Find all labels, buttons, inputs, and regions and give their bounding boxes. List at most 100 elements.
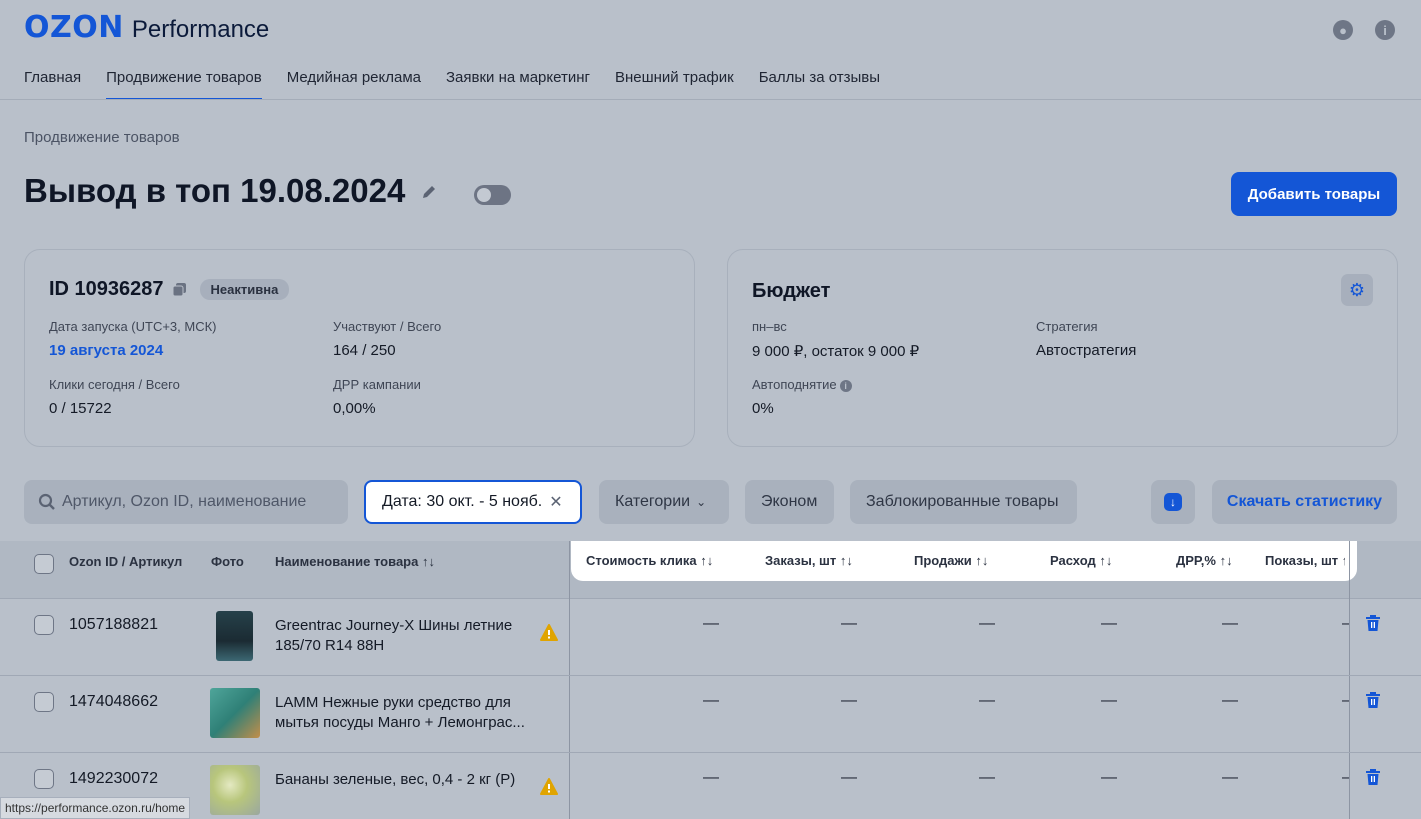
th-impressions[interactable]: Показы, шт ↑ <box>1265 553 1345 568</box>
cell-spend: — <box>1101 692 1117 709</box>
cell-impressions: — <box>1342 769 1349 787</box>
header-icons: ● i <box>1333 20 1395 40</box>
budget-title: Бюджет <box>752 280 831 302</box>
launch-date-value[interactable]: 19 августа 2024 <box>49 342 217 359</box>
budget-card: Бюджет ⚙ пн–вс 9 000 ₽, остаток 9 000 ₽ … <box>727 249 1398 447</box>
table-row[interactable]: 1492230072 Бананы зеленые, вес, 0,4 - 2 … <box>0 753 1421 819</box>
th-sales[interactable]: Продажи ↑↓ <box>914 553 988 568</box>
breadcrumb[interactable]: Продвижение товаров <box>24 129 180 146</box>
table-toolbar: Артикул, Ozon ID, наименование Дата: 30 … <box>0 480 1421 524</box>
product-name[interactable]: LAMM Нежные руки средство для мытья посу… <box>275 693 550 733</box>
categories-label: Категории <box>615 493 691 510</box>
nav-external-traffic[interactable]: Внешний трафик <box>615 60 734 100</box>
campaign-info-card: ID 10936287 Неактивна Дата запуска (UTC+… <box>24 249 695 447</box>
product-name[interactable]: Бананы зеленые, вес, 0,4 - 2 кг (Р) <box>275 770 535 790</box>
product-photo <box>210 765 260 815</box>
campaign-toggle[interactable] <box>474 185 511 205</box>
cell-orders: — <box>841 769 857 786</box>
th-orders[interactable]: Заказы, шт ↑↓ <box>765 553 853 568</box>
nav-divider <box>0 99 1421 100</box>
row-ozon-id: 1492230072 <box>69 770 158 787</box>
participants-value: 164 / 250 <box>333 342 396 359</box>
cell-spend: — <box>1101 615 1117 632</box>
select-all-checkbox[interactable] <box>34 554 54 574</box>
status-badge: Неактивна <box>199 279 290 300</box>
nav-product-promotion[interactable]: Продвижение товаров <box>106 60 262 100</box>
date-filter-chip[interactable]: Дата: 30 окт. - 5 нояб. ✕ <box>364 480 582 524</box>
cell-click-cost: — <box>703 692 719 709</box>
download-button[interactable]: ↓ <box>1151 480 1195 524</box>
cell-spend: — <box>1101 769 1117 786</box>
brand-logo[interactable]: OZON Performance <box>24 10 269 45</box>
copy-icon[interactable] <box>172 282 188 298</box>
categories-dropdown[interactable]: Категории ⌄ <box>599 480 729 524</box>
main-nav: Главная Продвижение товаров Медийная рек… <box>24 60 880 100</box>
brand-ozon: OZON <box>24 10 124 45</box>
nav-marketing-requests[interactable]: Заявки на маркетинг <box>446 60 590 100</box>
table-row[interactable]: 1057188821 Greentrac Journey-X Шины летн… <box>0 599 1421 676</box>
th-click-cost[interactable]: Стоимость клика ↑↓ <box>586 553 713 568</box>
drr-label: ДРР кампании <box>333 377 421 392</box>
th-spend[interactable]: Расход ↑↓ <box>1050 553 1112 568</box>
row-checkbox[interactable] <box>34 692 54 712</box>
info-icon[interactable]: i <box>1375 20 1395 40</box>
chevron-down-icon: ⌄ <box>696 495 707 509</box>
download-stats-button[interactable]: Скачать статистику <box>1212 480 1397 524</box>
th-drr[interactable]: ДРР,% ↑↓ <box>1176 553 1233 568</box>
budget-period-value: 9 000 ₽, остаток 9 000 ₽ <box>752 343 920 360</box>
pencil-icon[interactable] <box>420 183 440 203</box>
cell-click-cost: — <box>703 615 719 632</box>
row-checkbox[interactable] <box>34 615 54 635</box>
warning-icon[interactable] <box>540 624 558 641</box>
product-photo <box>210 688 260 738</box>
launch-date-label: Дата запуска (UTC+3, МСК) <box>49 319 217 334</box>
warning-icon[interactable] <box>540 778 558 795</box>
search-placeholder: Артикул, Ozon ID, наименование <box>62 493 307 510</box>
brand-product: Performance <box>131 16 270 43</box>
blocked-products-filter[interactable]: Заблокированные товары <box>850 480 1077 524</box>
search-icon <box>38 493 56 511</box>
th-photo: Фото <box>211 554 244 569</box>
product-name[interactable]: Greentrac Journey-X Шины летние 185/70 R… <box>275 616 535 656</box>
cell-click-cost: — <box>703 769 719 786</box>
econom-filter[interactable]: Эконом <box>745 480 834 524</box>
strategy-label: Стратегия <box>1036 319 1098 334</box>
page-title: Вывод в топ 19.08.2024 <box>24 172 406 209</box>
th-name[interactable]: Наименование товара ↑↓ <box>275 554 435 569</box>
cell-sales: — <box>979 692 995 709</box>
status-bar-url: https://performance.ozon.ru/home <box>0 797 191 819</box>
autolift-value: 0% <box>752 400 774 417</box>
cell-impressions: — <box>1342 692 1349 710</box>
date-filter-label: Дата: 30 окт. - 5 нояб. <box>382 493 543 510</box>
row-checkbox[interactable] <box>34 769 54 789</box>
trash-icon[interactable] <box>1366 769 1382 787</box>
strategy-value: Автостратегия <box>1036 342 1137 359</box>
trash-icon[interactable] <box>1366 615 1382 633</box>
download-icon: ↓ <box>1164 493 1182 511</box>
cell-orders: — <box>841 615 857 632</box>
table-row[interactable]: 1474048662 LAMM Нежные руки средство для… <box>0 676 1421 753</box>
product-photo <box>216 611 253 661</box>
cell-impressions: — <box>1342 615 1349 633</box>
table-header: Ozon ID / Артикул Фото Наименование това… <box>0 541 1421 599</box>
nav-home[interactable]: Главная <box>24 60 81 100</box>
cell-orders: — <box>841 692 857 709</box>
clicks-label: Клики сегодня / Всего <box>49 377 180 392</box>
cell-drr: — <box>1222 615 1238 632</box>
row-ozon-id: 1474048662 <box>69 693 158 710</box>
metrics-header-highlight: Стоимость клика ↑↓ Заказы, шт ↑↓ Продажи… <box>571 541 1357 581</box>
nav-media-ads[interactable]: Медийная реклама <box>287 60 421 100</box>
search-input[interactable]: Артикул, Ozon ID, наименование <box>24 480 348 524</box>
nav-review-points[interactable]: Баллы за отзывы <box>759 60 880 100</box>
row-ozon-id: 1057188821 <box>69 616 158 633</box>
cell-drr: — <box>1222 769 1238 786</box>
campaign-id: ID 10936287 <box>49 278 164 300</box>
participants-label: Участвуют / Всего <box>333 319 442 334</box>
gear-icon[interactable]: ⚙ <box>1341 274 1373 306</box>
close-icon[interactable]: ✕ <box>549 492 562 512</box>
trash-icon[interactable] <box>1366 692 1382 710</box>
add-products-button[interactable]: Добавить товары <box>1231 172 1397 216</box>
clicks-value: 0 / 15722 <box>49 400 112 417</box>
info-icon[interactable]: i <box>839 380 852 392</box>
user-icon[interactable]: ● <box>1333 20 1353 40</box>
